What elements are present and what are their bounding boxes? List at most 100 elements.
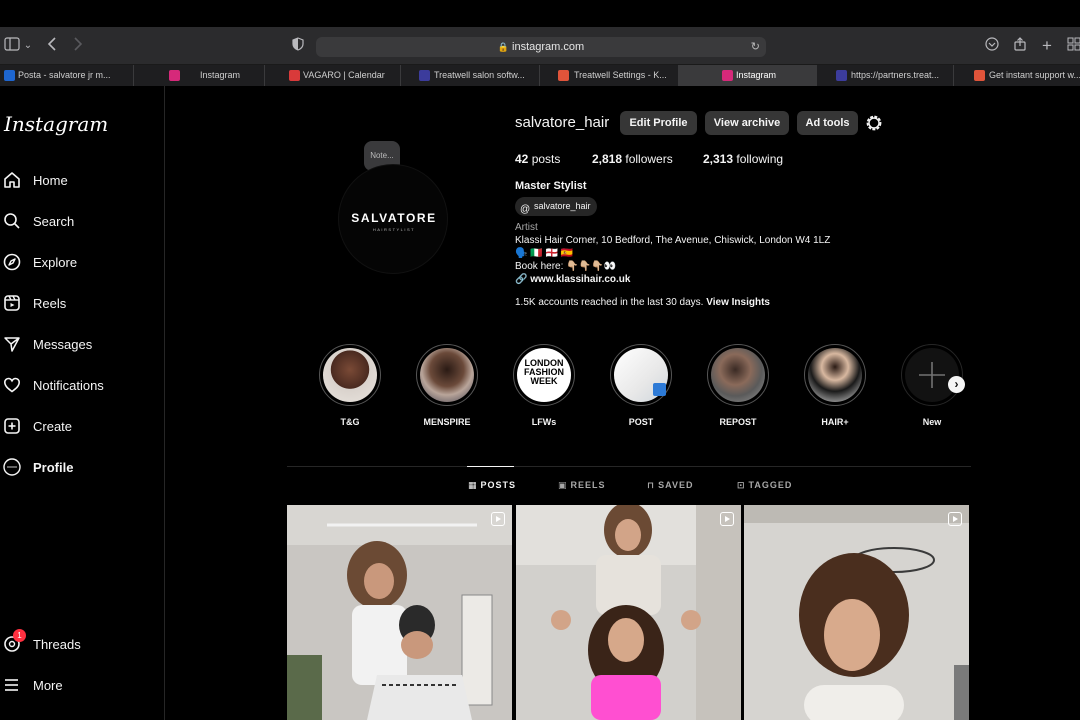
instagram-favicon-icon [722, 70, 733, 81]
view-insights-link[interactable]: View Insights [706, 297, 770, 308]
edit-profile-button[interactable]: Edit Profile [620, 111, 697, 135]
following-stat[interactable]: 2,313 following [703, 152, 783, 166]
highlights-next-arrow-icon[interactable]: › [948, 376, 965, 393]
profile-username: salvatore_hair [515, 114, 610, 131]
browser-tab[interactable]: https://partners.treat... [817, 65, 954, 86]
highlight-ring [416, 344, 478, 406]
highlight-ring [707, 344, 769, 406]
reels-icon: ▣ [558, 480, 568, 490]
highlight-label: REPOST [719, 417, 757, 427]
chevron-down-icon[interactable]: ⌄ [18, 36, 38, 56]
tab-label: TAGGED [748, 480, 793, 490]
profile-website-link[interactable]: 🔗 www.klassihair.co.uk [515, 274, 630, 285]
browser-tab[interactable]: Instagram [134, 65, 265, 86]
highlight-cover-image [808, 348, 862, 402]
highlight-item[interactable]: LONDON FASHION WEEK LFWs [513, 344, 575, 427]
posts-label: posts [531, 152, 561, 166]
tab-label: POSTS [480, 480, 517, 490]
send-icon [4, 337, 20, 352]
browser-tab[interactable]: Get instant support w... [954, 65, 1080, 86]
following-label: following [736, 152, 784, 166]
highlight-cover-image [420, 348, 474, 402]
sidebar-item-profile[interactable]: Profile [0, 452, 165, 482]
profile-address[interactable]: Klassi Hair Corner, 10 Bedford, The Aven… [515, 235, 830, 246]
sidebar-item-home[interactable]: Home [0, 165, 165, 195]
address-bar[interactable]: 🔒 instagram.com ↻ [316, 37, 766, 57]
url-text: instagram.com [512, 41, 585, 53]
profile-category: Artist [515, 222, 538, 233]
tab-label: Treatwell salon softw... [434, 70, 525, 80]
tabs-divider [287, 466, 971, 467]
threads-badge-link[interactable]: @ salvatore_hair [515, 197, 597, 216]
highlight-label: HAIR+ [821, 417, 849, 427]
highlight-item[interactable]: MENSPIRE [416, 344, 478, 427]
highlight-item[interactable]: HAIR+ [804, 344, 866, 427]
instagram-favicon-icon [169, 70, 180, 81]
website-text: www.klassihair.co.uk [530, 274, 631, 285]
sidebar-item-label: Reels [33, 296, 67, 311]
followers-stat[interactable]: 2,818 followers [592, 152, 673, 166]
treatwell-favicon-icon [836, 70, 847, 81]
post-image [287, 505, 512, 720]
sidebar-item-explore[interactable]: Explore [0, 247, 165, 277]
browser-tab-active[interactable]: Instagram [679, 65, 817, 86]
settings-gear-icon[interactable] [865, 114, 883, 132]
heart-icon [3, 377, 21, 393]
highlight-label: T&G [340, 417, 360, 427]
profile-main: Note... SALVATORE HAIRSTYLIST salvatore_… [165, 86, 1080, 720]
tab-overview-icon[interactable] [1064, 36, 1080, 56]
highlight-ring [319, 344, 381, 406]
browser-tab[interactable]: Treatwell salon softw... [401, 65, 540, 86]
share-icon[interactable] [1010, 36, 1030, 56]
back-arrow-icon[interactable] [42, 36, 62, 56]
tab-saved[interactable]: ⊓ SAVED [647, 480, 694, 491]
new-tab-plus-icon[interactable]: + [1037, 36, 1057, 56]
highlight-item[interactable]: T&G [319, 344, 381, 427]
shield-icon[interactable] [288, 36, 308, 56]
sidebar-item-messages[interactable]: Messages [0, 329, 165, 359]
tab-posts[interactable]: ▦ POSTS [468, 480, 516, 491]
tab-reels[interactable]: ▣ REELS [558, 480, 606, 491]
post-thumbnail[interactable] [516, 505, 741, 720]
sidebar-item-reels[interactable]: Reels [0, 288, 165, 318]
treatwell-favicon-icon [419, 70, 430, 81]
download-icon[interactable] [982, 36, 1002, 56]
highlight-label: POST [628, 417, 654, 427]
sidebar-item-label: Home [33, 173, 68, 188]
tab-label: Treatwell Settings - K... [574, 70, 667, 80]
sidebar-item-search[interactable]: Search [0, 206, 165, 236]
profile-flags: 🗣️ 🇮🇹 🏴󠁧󠁢󠁥󠁮󠁧󠁿 🇪🇸 [515, 248, 574, 259]
profile-avatar[interactable]: SALVATORE HAIRSTYLIST [338, 164, 448, 274]
view-archive-button[interactable]: View archive [705, 111, 789, 135]
forward-arrow-icon[interactable] [68, 36, 88, 56]
plus-icon [905, 348, 959, 402]
reload-icon[interactable]: ↻ [751, 37, 760, 57]
tab-label: VAGARO | Calendar [303, 70, 385, 80]
highlight-ring [610, 344, 672, 406]
sidebar-item-more[interactable]: More [0, 670, 165, 700]
tab-tagged[interactable]: ⊡ TAGGED [737, 480, 792, 491]
post-thumbnail[interactable] [287, 505, 512, 720]
instagram-logo[interactable]: Instagram [4, 112, 108, 136]
ad-tools-button[interactable]: Ad tools [797, 111, 858, 135]
browser-tab[interactable]: Posta - salvatore jr m... [0, 65, 134, 86]
sidebar-item-threads[interactable]: 1 Threads [0, 629, 165, 659]
sidebar-item-create[interactable]: Create [0, 411, 165, 441]
browser-tab[interactable]: Treatwell Settings - K... [540, 65, 679, 86]
browser-tab[interactable]: VAGARO | Calendar [265, 65, 401, 86]
active-tab-indicator [467, 466, 514, 467]
tab-label: https://partners.treat... [851, 70, 940, 80]
tab-label: Instagram [200, 70, 241, 80]
home-icon [4, 172, 20, 188]
sidebar-item-notifications[interactable]: Notifications [0, 370, 165, 400]
notification-badge: 1 [13, 629, 26, 642]
profile-book-here: Book here: 👇🏼👇🏼👇🏼👀 [515, 261, 616, 272]
sidebar-item-label: Explore [33, 255, 78, 270]
highlight-item[interactable]: POST [610, 344, 672, 427]
highlight-item[interactable]: REPOST [707, 344, 769, 427]
lock-icon: 🔒 [497, 42, 510, 52]
post-thumbnail[interactable] [744, 505, 969, 720]
highlight-cover-image [711, 348, 765, 402]
reels-icon [4, 295, 20, 311]
highlight-ring: LONDON FASHION WEEK [513, 344, 575, 406]
